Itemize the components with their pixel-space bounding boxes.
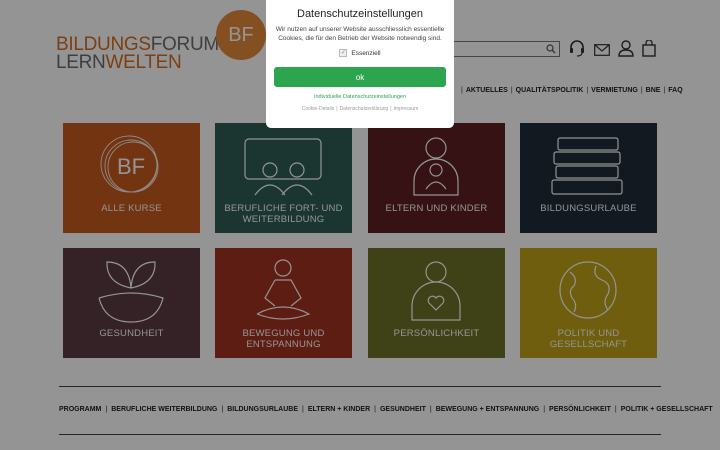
ok-button[interactable]: ok: [274, 67, 446, 87]
cookie-consent-dialog: Datenschutzeinstellungen Wir nutzen auf …: [266, 0, 454, 128]
dialog-text: Wir nutzen auf unserer Website ausschlie…: [275, 26, 445, 42]
essential-checkbox-row: ✓ Essenziell: [266, 49, 454, 57]
essential-checkbox-label: Essenziell: [351, 49, 381, 57]
individual-settings-link[interactable]: Individuelle Datenschutzeinstellungen: [266, 94, 454, 100]
privacy-policy-link[interactable]: Datenschutzerklärung: [340, 106, 389, 112]
dialog-links: Cookie-Details | Datenschutzerklärung | Impr…: [301, 106, 419, 112]
dialog-title: Datenschutzeinstellungen: [297, 8, 423, 20]
essential-checkbox[interactable]: ✓: [339, 49, 348, 57]
cookie-details-link[interactable]: Cookie-Details: [302, 106, 335, 112]
imprint-link[interactable]: Impressum: [394, 106, 419, 112]
